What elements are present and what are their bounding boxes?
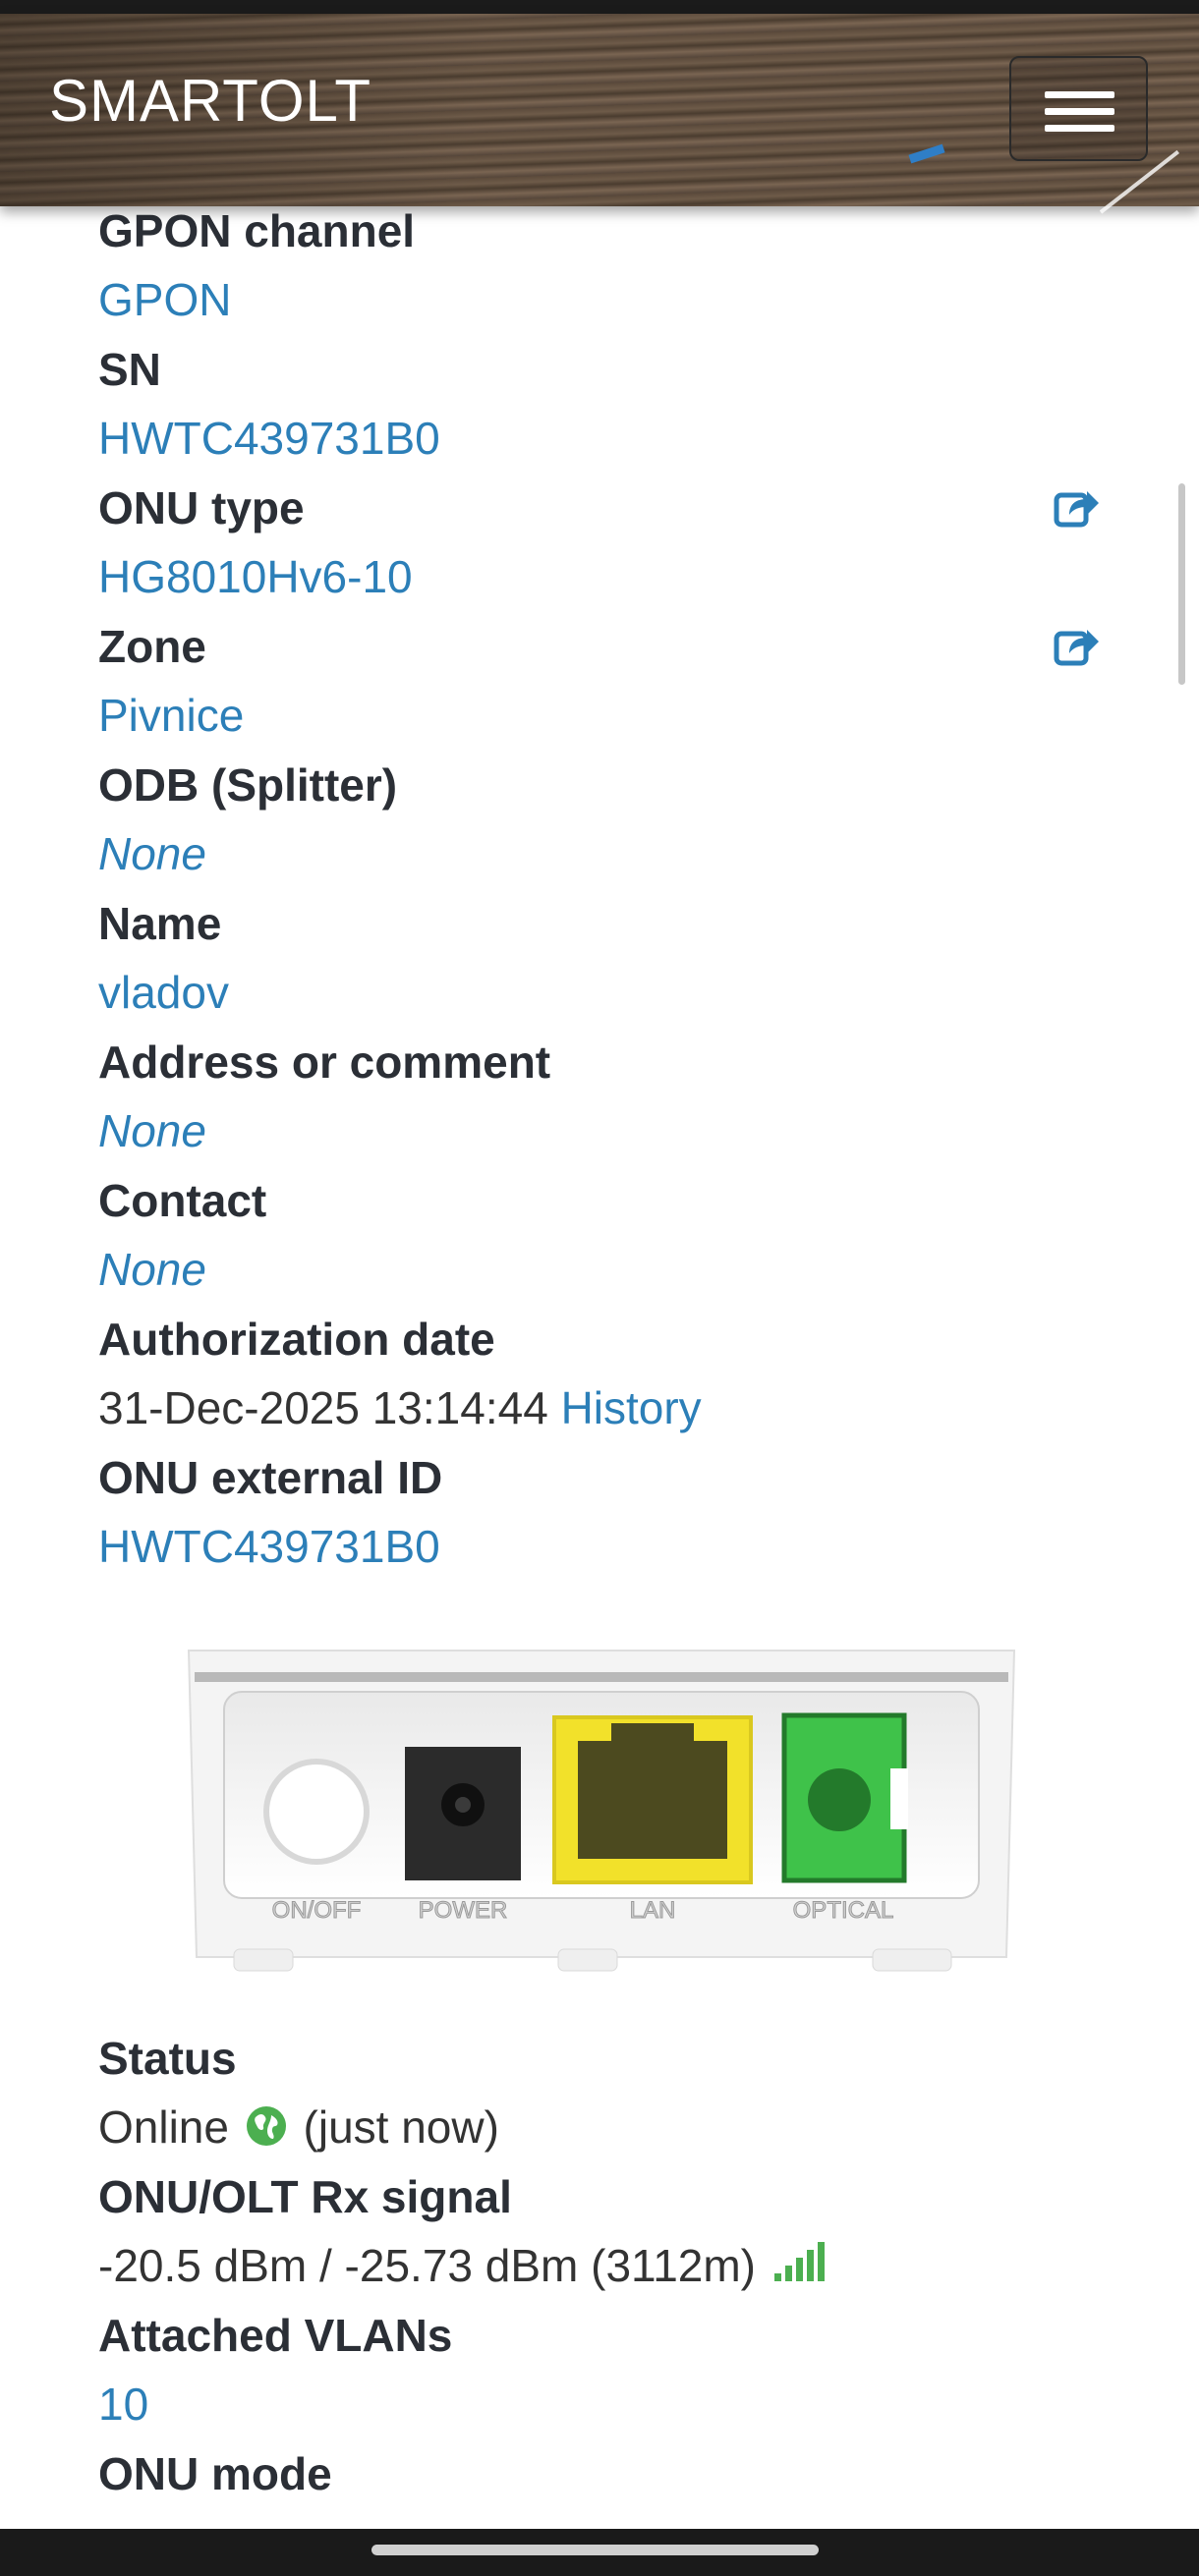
onu-status-list: Status Online (just now) ONU/OLT Rx sign… [98, 2024, 1101, 2508]
field-value-link[interactable]: vladov [98, 958, 1101, 1028]
field-onu-type: ONU type HG8010Hv6-10 [98, 474, 1101, 612]
menu-toggle-button[interactable] [1009, 56, 1148, 161]
field-external-id: ONU external ID HWTC439731B0 [98, 1443, 1101, 1582]
header-decoration [908, 143, 945, 164]
field-label: GPON channel [98, 205, 416, 256]
field-value-link[interactable]: GPON [98, 265, 1101, 335]
field-label: ODB (Splitter) [98, 759, 398, 811]
field-label: ONU/OLT Rx signal [98, 2171, 512, 2222]
field-value-link[interactable]: HWTC439731B0 [98, 404, 1101, 474]
authorization-date-text: 31-Dec-2025 13:14:44 [98, 1382, 548, 1433]
field-sn: SN HWTC439731B0 [98, 335, 1101, 474]
field-rx-signal: ONU/OLT Rx signal -20.5 dBm / -25.73 dBm… [98, 2162, 1101, 2301]
field-label: ONU type [98, 482, 305, 533]
field-authorization-date: Authorization date 31-Dec-2025 13:14:44 … [98, 1305, 1101, 1443]
field-contact: Contact None [98, 1166, 1101, 1305]
edit-onu-type-icon[interactable] [1054, 485, 1101, 531]
field-gpon-channel: GPON channel GPON [98, 196, 1101, 335]
authorization-date-value: 31-Dec-2025 13:14:44 History [98, 1373, 1101, 1443]
field-status: Status Online (just now) [98, 2024, 1101, 2162]
field-label: Attached VLANs [98, 2310, 453, 2361]
field-value-link[interactable]: Pivnice [98, 681, 1101, 751]
field-value-empty[interactable]: None [98, 1235, 1101, 1305]
onu-details-list: GPON channel GPON SN HWTC439731B0 ONU ty… [98, 196, 1101, 1582]
field-value-empty[interactable]: None [98, 819, 1101, 889]
field-label: ONU mode [98, 2448, 332, 2499]
field-label: SN [98, 344, 161, 395]
field-label: Name [98, 898, 222, 949]
field-value-link[interactable]: HWTC439731B0 [98, 1512, 1101, 1582]
status-text: Online [98, 2101, 229, 2153]
field-label: ONU external ID [98, 1452, 443, 1503]
edit-zone-icon[interactable] [1054, 624, 1101, 669]
field-zone: Zone Pivnice [98, 612, 1101, 751]
signal-bars-icon [773, 2242, 825, 2281]
field-label: Contact [98, 1175, 267, 1226]
field-address: Address or comment None [98, 1028, 1101, 1166]
field-name: Name vladov [98, 889, 1101, 1028]
history-link[interactable]: History [561, 1382, 702, 1433]
port-label-lan: LAN [630, 1897, 676, 1924]
field-odb-splitter: ODB (Splitter) None [98, 751, 1101, 889]
status-value: Online (just now) [98, 2093, 1101, 2162]
home-gesture-handle[interactable] [371, 2545, 819, 2555]
port-label-optical: OPTICAL [793, 1897, 894, 1924]
rx-signal-value: -20.5 dBm / -25.73 dBm (3112m) [98, 2231, 1101, 2301]
field-value-empty[interactable]: None [98, 1096, 1101, 1166]
field-label: Address or comment [98, 1036, 551, 1088]
system-status-bar [0, 0, 1199, 14]
onu-device-image: ON/OFF POWER LAN OPTICAL [187, 1650, 1016, 1972]
field-label: Status [98, 2033, 237, 2084]
field-label: Zone [98, 621, 206, 672]
field-label: Authorization date [98, 1314, 495, 1365]
rx-signal-text: -20.5 dBm / -25.73 dBm (3112m) [98, 2240, 756, 2291]
top-navbar: SMARTOLT [0, 14, 1199, 214]
page-scrollbar[interactable] [1178, 483, 1185, 685]
field-onu-mode: ONU mode [98, 2439, 1101, 2508]
globe-icon [246, 2106, 286, 2146]
field-attached-vlans: Attached VLANs 10 [98, 2301, 1101, 2439]
status-last-seen: (just now) [303, 2101, 499, 2153]
brand-logo[interactable]: SMARTOLT [49, 67, 371, 135]
port-label-power: POWER [419, 1897, 508, 1924]
vlan-link[interactable]: 10 [98, 2370, 1101, 2439]
field-value-link[interactable]: HG8010Hv6-10 [98, 542, 1101, 612]
port-label-onoff: ON/OFF [272, 1897, 362, 1924]
